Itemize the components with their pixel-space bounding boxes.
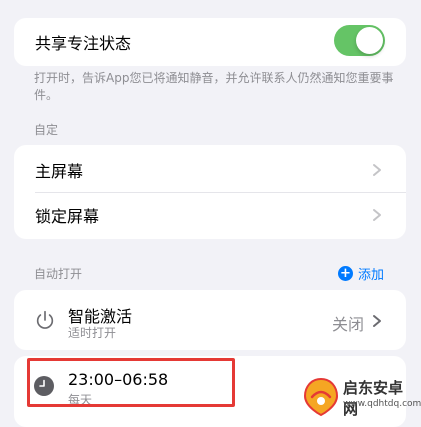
share-focus-label: 共享专注状态 [35, 34, 132, 53]
smart-activation-value: 关闭 [331, 315, 364, 334]
customize-header: 自定 [34, 123, 59, 137]
smart-activation-card[interactable]: 智能激活 适时打开 关闭 [14, 290, 406, 350]
add-button[interactable]: + 添加 [337, 264, 384, 283]
chevron-right-icon [373, 164, 381, 176]
highlight-box [27, 358, 235, 407]
power-icon [36, 310, 54, 329]
share-focus-toggle[interactable] [334, 25, 385, 56]
watermark-title: 启东安卓网 [343, 379, 404, 418]
auto-on-header: 自动打开 [34, 267, 83, 281]
chevron-right-icon [373, 315, 381, 327]
customize-card: 主屏幕 锁定屏幕 [14, 145, 406, 239]
toggle-knob [356, 27, 383, 54]
share-focus-card: 共享专注状态 [14, 18, 406, 66]
smart-activation-subtitle: 适时打开 [68, 326, 117, 340]
home-screen-row[interactable]: 主屏幕 [14, 148, 406, 192]
watermark-url: www.qdhtdq.com [343, 399, 421, 409]
logo-icon [303, 377, 339, 417]
share-focus-note: 打开时，告诉App您已将通知静音，并允许联系人仍然通知您重要事件。 [34, 71, 394, 102]
add-label: 添加 [357, 268, 384, 283]
lock-screen-label: 锁定屏幕 [35, 207, 100, 226]
lock-screen-row[interactable]: 锁定屏幕 [14, 193, 406, 237]
plus-circle-icon: + [337, 266, 353, 281]
watermark: 启东安卓网 www.qdhtdq.com [303, 373, 421, 421]
home-screen-label: 主屏幕 [35, 162, 84, 181]
chevron-right-icon [373, 209, 381, 221]
share-focus-row[interactable]: 共享专注状态 [14, 20, 406, 64]
